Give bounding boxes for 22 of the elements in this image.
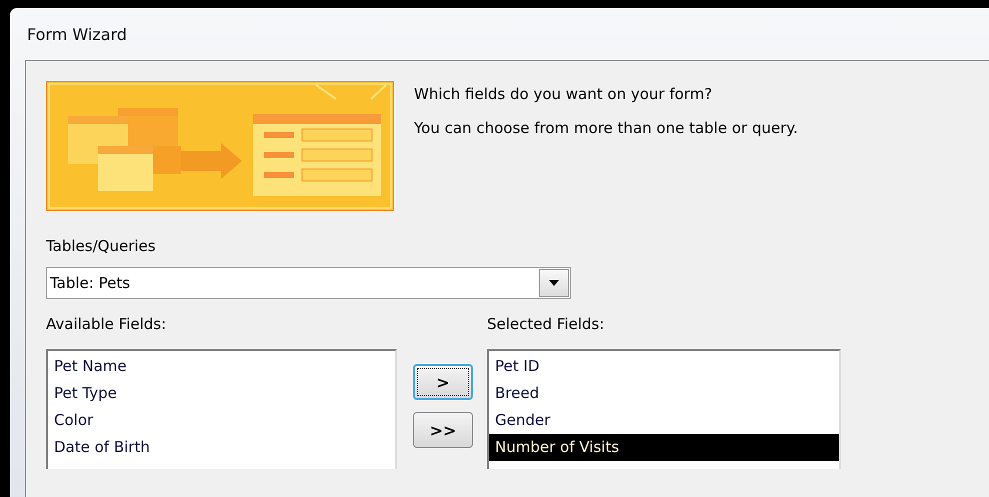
field-list[interactable]: Pet ID Breed Gender Number of Visits: [487, 349, 841, 469]
list-item[interactable]: Pet ID: [489, 353, 839, 380]
dropdown-value: Table: Pets: [50, 274, 130, 292]
hint-text: You can choose from more than one table or query.: [414, 119, 798, 137]
move-button[interactable]: >>: [413, 412, 473, 448]
question-text: Which fields do you want on your form?: [414, 85, 714, 103]
caret-icon: [549, 280, 559, 286]
move-button[interactable]: >: [413, 364, 473, 400]
window-title: Form Wizard: [26, 24, 128, 46]
list-item[interactable]: Pet Name: [48, 353, 395, 380]
list-item[interactable]: Color: [48, 407, 395, 434]
list-item[interactable]: Gender: [489, 407, 839, 434]
list-item[interactable]: Date of Birth: [48, 434, 395, 461]
list-item[interactable]: Breed: [489, 380, 839, 407]
list-item[interactable]: Pet Type: [48, 380, 395, 407]
dropdown-button[interactable]: [539, 269, 569, 297]
field-label: Selected Fields:: [487, 315, 606, 333]
field-label: Tables/Queries: [46, 237, 157, 255]
list-item[interactable]: Number of Visits: [489, 434, 839, 461]
field-list[interactable]: Pet Name Pet Type Color Date of Birth: [46, 349, 397, 469]
field-label: Available Fields:: [46, 315, 168, 333]
table-dropdown[interactable]: Table: Pets: [46, 267, 571, 299]
